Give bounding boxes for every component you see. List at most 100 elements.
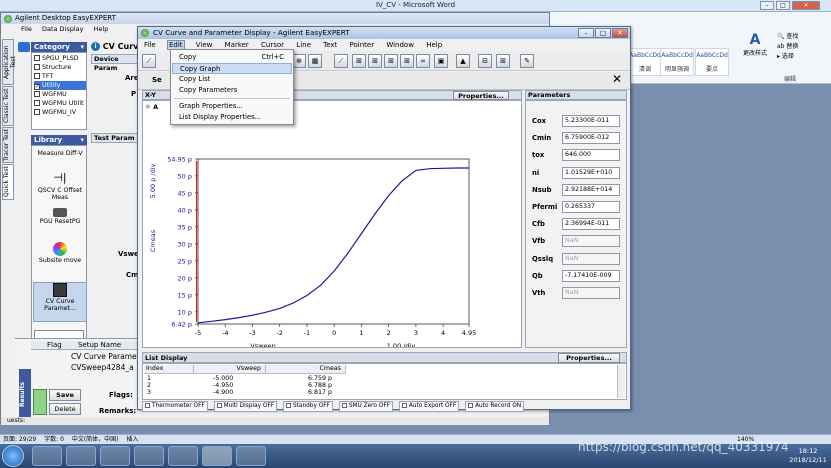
menu-file[interactable]: File	[143, 41, 157, 49]
category-item[interactable]: TFT	[34, 72, 86, 81]
taskbar-app-3[interactable]	[100, 446, 130, 466]
graph-properties-button[interactable]: Properties...	[453, 91, 509, 100]
library-item-pgu-resetpg[interactable]: PGU ResetPG	[33, 208, 87, 225]
list-scrollbar[interactable]	[617, 365, 625, 398]
edit-menu-item-copy-parameters[interactable]: Copy Parameters	[172, 85, 292, 96]
param-value-vfb[interactable]: NaN	[562, 235, 620, 248]
menu-marker[interactable]: Marker	[224, 41, 250, 49]
taskbar-app-5[interactable]	[168, 446, 198, 466]
toggle-standby[interactable]: Standby OFF	[282, 401, 333, 412]
tab-classic-test[interactable]: Classic Test	[2, 86, 14, 126]
tab-tracer-test[interactable]: Tracer Test	[2, 127, 14, 163]
edit-menu-item-list-display-properties[interactable]: List Display Properties...	[172, 112, 292, 123]
param-value-cmin[interactable]: 6.75900E-012	[562, 132, 620, 145]
edit-menu-item-copy-list[interactable]: Copy List	[172, 74, 292, 85]
color-icon[interactable]: ▣	[434, 54, 448, 68]
list-col-index[interactable]: Index	[144, 365, 194, 374]
word-style-3[interactable]: AaBbCcDd 要点	[695, 48, 729, 76]
menu-cursor[interactable]: Cursor	[260, 41, 285, 49]
category-item[interactable]: SPGU_PLSD	[34, 54, 86, 63]
taskbar-app-2[interactable]	[66, 446, 96, 466]
param-value-qsslq[interactable]: NaN	[562, 252, 620, 265]
category-header[interactable]: Category ▾	[31, 42, 87, 52]
menu-window[interactable]: Window	[385, 41, 415, 49]
ee-menu-file[interactable]: File	[21, 25, 32, 33]
results-row[interactable]: CV Curve Paramet	[71, 352, 140, 361]
toggle-auto-record[interactable]: Auto Record ON	[465, 401, 525, 412]
scale-icon[interactable]: ▲	[456, 54, 470, 68]
word-close-button[interactable]: ✕	[792, 1, 820, 10]
list-col-cmeas[interactable]: Cmeas	[266, 365, 346, 374]
menu-line[interactable]: Line	[295, 41, 312, 49]
results-row[interactable]: CVSweep4284_a	[71, 363, 134, 372]
library-header[interactable]: Library ▾	[31, 135, 87, 145]
category-item-utility[interactable]: ✓ Utility	[34, 81, 86, 90]
word-find-button[interactable]: 🔍 查找	[777, 32, 827, 42]
edit-menu-item-graph-properties[interactable]: Graph Properties...	[172, 101, 292, 112]
tab-quick-test[interactable]: Quick Test	[2, 164, 14, 200]
taskbar-app-6[interactable]	[202, 446, 232, 466]
save-button[interactable]: Save	[49, 389, 81, 401]
minimize-button[interactable]: –	[578, 28, 594, 38]
library-item-measure-diff-v[interactable]: Measure Diff-V	[33, 150, 87, 157]
ee-menu-data-display[interactable]: Data Display	[42, 25, 84, 33]
tab-application-test[interactable]: Application Test	[2, 39, 17, 85]
delete-button[interactable]: Delete	[49, 403, 81, 415]
autoscale-icon[interactable]: ▦	[308, 54, 322, 68]
word-style-1[interactable]: AaBbCcDd 清调	[628, 48, 662, 76]
word-minimize-button[interactable]: –	[760, 1, 774, 10]
library-item-subsite-move[interactable]: Subsite move	[33, 242, 87, 264]
taskbar-app-7[interactable]	[236, 446, 266, 466]
category-item[interactable]: Structure	[34, 63, 86, 72]
menu-text[interactable]: Text	[322, 41, 338, 49]
word-replace-button[interactable]: ab 替换	[777, 42, 827, 52]
grid-icon[interactable]: ⊞	[400, 54, 414, 68]
start-button[interactable]	[2, 445, 24, 467]
taskbar-app-4[interactable]	[134, 446, 164, 466]
param-value-cfb[interactable]: 2.36994E-011	[562, 218, 620, 231]
clock[interactable]: 18:12 2018/12/11	[786, 447, 830, 465]
taskbar-app-1[interactable]	[32, 446, 62, 466]
maximize-button[interactable]: □	[595, 28, 611, 38]
menu-help[interactable]: Help	[425, 41, 443, 49]
param-value-nsub[interactable]: 2.92188E+014	[562, 183, 620, 196]
ee-menu-help[interactable]: Help	[94, 25, 109, 33]
toggle-smu-zero[interactable]: SMU Zero OFF	[338, 401, 394, 412]
category-item[interactable]: WGFMU Utilit	[34, 99, 86, 108]
toggle-thermometer[interactable]: Thermometer OFF	[142, 401, 208, 412]
line-icon[interactable]: ⟋	[334, 54, 348, 68]
menu-view[interactable]: View	[195, 41, 214, 49]
properties-icon[interactable]: ✎	[520, 54, 534, 68]
param-value-pfermi[interactable]: 0.265337	[562, 201, 620, 213]
param-value-qb[interactable]: -7.17410E-009	[562, 269, 620, 282]
marker-icon[interactable]: ⊞	[352, 54, 366, 68]
change-styles-button[interactable]: A 更改样式	[740, 32, 770, 72]
param-value-cox[interactable]: 5.23300E-011	[562, 115, 620, 127]
toggle-auto-export[interactable]: Auto Export OFF	[398, 401, 460, 412]
param-value-tox[interactable]: 646.000	[562, 149, 620, 162]
library-item-qscv[interactable]: ⊣| QSCV C Offset Meas	[33, 172, 87, 202]
cursor-icon[interactable]: ⊞	[368, 54, 382, 68]
menu-pointer[interactable]: Pointer	[349, 41, 376, 49]
param-value-ni[interactable]: 1.01529E+010	[562, 166, 620, 179]
word-select-button[interactable]: ▸ 选择	[777, 52, 827, 62]
word-style-2[interactable]: AaBbCcDd 明显强调	[660, 48, 694, 76]
param-value-vth[interactable]: NaN	[562, 287, 620, 299]
list-properties-button[interactable]: Properties...	[558, 353, 620, 363]
find-icon[interactable]: ∞	[416, 54, 430, 68]
close-button[interactable]: ✕	[612, 28, 628, 38]
category-item[interactable]: WGFMU	[34, 90, 86, 99]
zoom-icon[interactable]: ⊕	[292, 54, 306, 68]
split-icon[interactable]: ⊟	[478, 54, 492, 68]
close-panel-icon[interactable]: ✕	[612, 72, 622, 86]
edit-menu-item-copy[interactable]: Copy Ctrl+C	[172, 52, 292, 63]
edit-menu-item-copy-graph[interactable]: Copy Graph	[172, 63, 292, 74]
list-col-vsweep[interactable]: Vsweep	[194, 365, 266, 374]
text-icon[interactable]: ⊞	[384, 54, 398, 68]
layout-icon[interactable]: ⊞	[496, 54, 510, 68]
category-item[interactable]: WGFMU_IV	[34, 108, 86, 117]
toggle-multi-display[interactable]: Multi Display OFF	[213, 401, 278, 412]
word-maximize-button[interactable]: □	[776, 1, 790, 10]
library-item-cv-curve[interactable]: CV Curve Paramet...	[33, 282, 87, 322]
graph-icon[interactable]: ⟋	[142, 54, 156, 68]
